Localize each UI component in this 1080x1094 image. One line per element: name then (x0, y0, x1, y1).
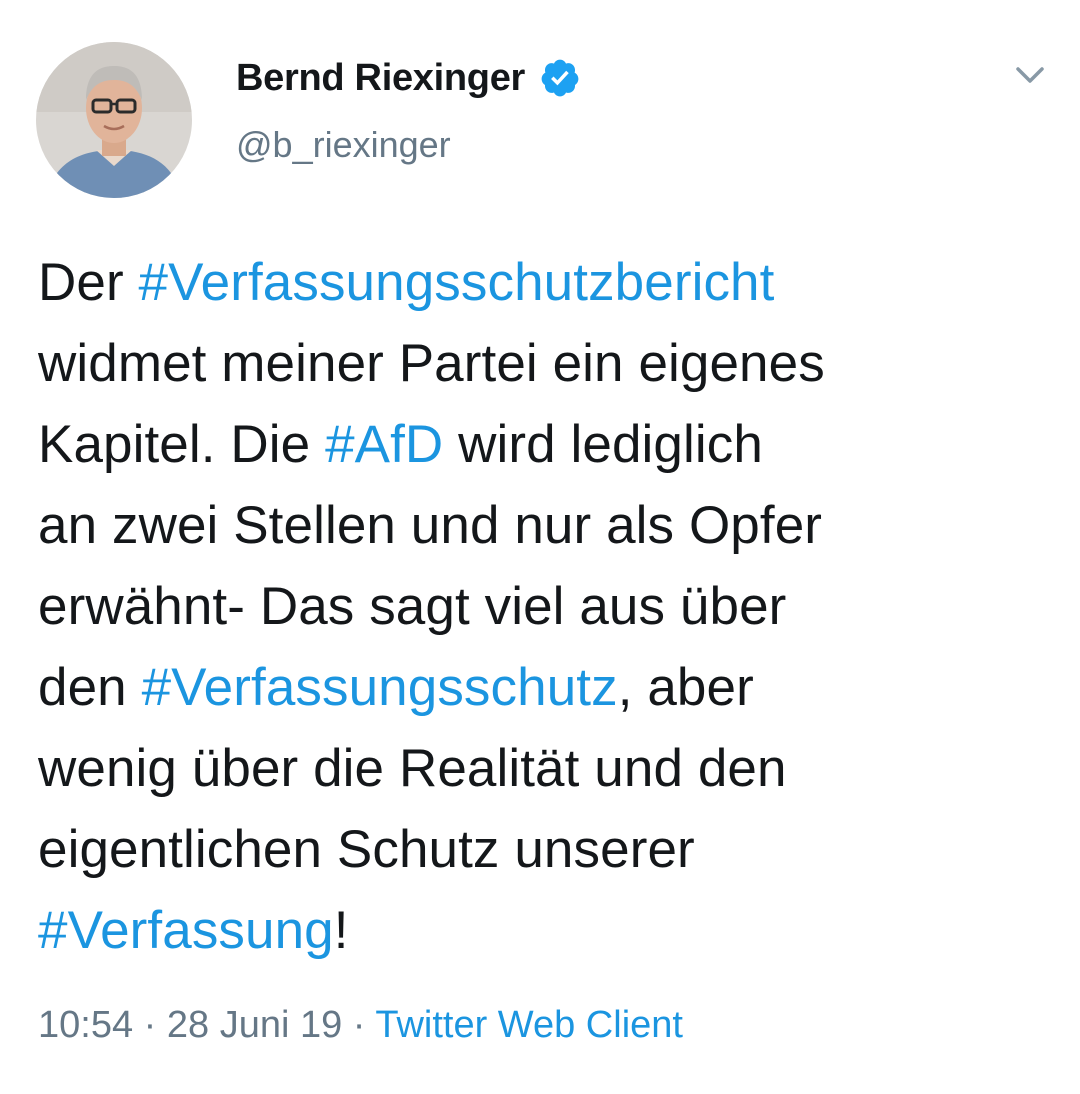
tweet-line: Kapitel. Die #AfD wird lediglich (38, 404, 1048, 485)
display-name[interactable]: Bernd Riexinger (236, 57, 525, 100)
text-segment: ! (333, 901, 349, 960)
tweet-line: widmet meiner Partei ein eigenes (38, 334, 825, 393)
hashtag-link[interactable]: #Verfassung (38, 901, 334, 960)
separator: · (342, 1004, 376, 1046)
avatar[interactable] (36, 42, 192, 198)
separator: · (133, 1004, 167, 1046)
hashtag-link[interactable]: #AfD (325, 415, 443, 474)
verified-badge-icon (539, 57, 581, 99)
tweet-line: Der #Verfassungsschutzbericht (38, 242, 1048, 323)
text-segment: Kapitel. Die (38, 415, 326, 474)
text-segment: wird lediglich (443, 415, 763, 474)
hashtag-link[interactable]: #Verfassungsschutz (142, 658, 618, 717)
user-handle[interactable]: @b_riexinger (236, 124, 581, 166)
timestamp-time[interactable]: 10:54 (38, 1004, 133, 1046)
timestamp-date[interactable]: 28 Juni 19 (167, 1004, 342, 1046)
chevron-down-icon[interactable] (1010, 60, 1050, 90)
text-segment: Der (38, 253, 139, 312)
tweet-line: den #Verfassungsschutz, aber (38, 647, 1048, 728)
hashtag-link[interactable]: #Verfassungsschutzbericht (139, 253, 775, 312)
tweet-line: wenig über die Realität und den (38, 739, 787, 798)
profile-photo-avatar (36, 42, 192, 198)
tweet-meta: 10:54 · 28 Juni 19 · Twitter Web Client (38, 1004, 683, 1047)
tweet-card: Bernd Riexinger @b_riexinger Der #Verfas… (0, 0, 1080, 1094)
name-row: Bernd Riexinger (236, 52, 581, 104)
tweet-line: eigentlichen Schutz unserer (38, 820, 695, 879)
text-segment: , aber (617, 658, 754, 717)
tweet-text: Der #Verfassungsschutzbericht widmet mei… (38, 242, 1048, 971)
tweet-line: an zwei Stellen und nur als Opfer (38, 496, 823, 555)
text-segment: den (38, 658, 142, 717)
tweet-line: #Verfassung! (38, 890, 1048, 971)
author-info: Bernd Riexinger @b_riexinger (236, 52, 581, 166)
source-link[interactable]: Twitter Web Client (375, 1004, 683, 1046)
tweet-line: erwähnt- Das sagt viel aus über (38, 577, 787, 636)
